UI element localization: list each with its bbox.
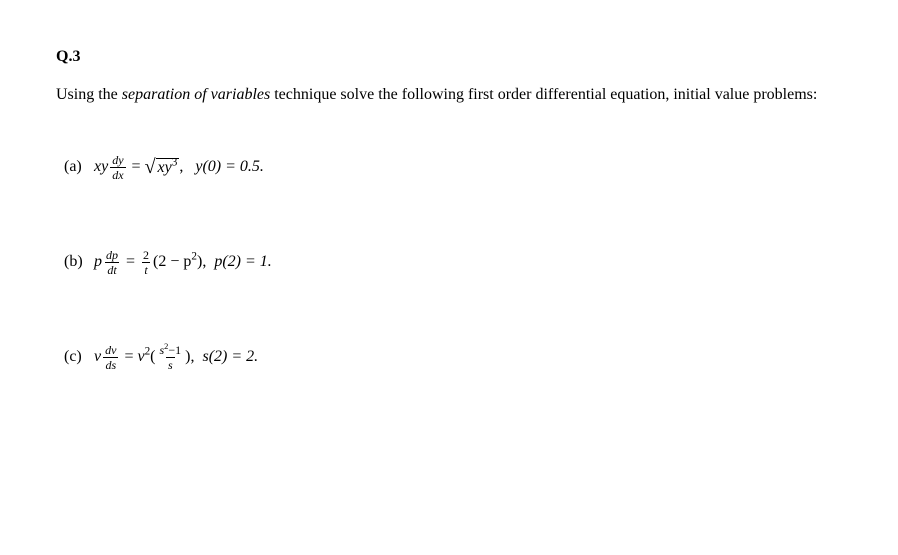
frac-den: dt [105,262,118,276]
problem-c-label: (c) [64,348,90,366]
factor: (2 − p2), [153,253,206,271]
frac-num: dv [103,344,118,357]
factor-pre: (2 − p [153,253,191,270]
problem-b-equation: p dp dt = 2 t (2 − p2), p(2) = 1. [94,249,272,276]
sqrt: √ xy3 [145,158,180,176]
fraction-dv-ds: dv ds [103,344,118,371]
rparen: ), [185,348,202,366]
problem-a-label: (a) [64,158,90,176]
comma: , [179,158,191,176]
coeff-den: t [142,262,149,276]
lhs-var: v [94,348,101,366]
lparen: ( [150,348,155,366]
question-heading: Q.3 [56,48,842,66]
initial-condition: s(2) = 2. [202,348,258,366]
problem-b: (b) p dp dt = 2 t (2 − p2), p(2) = 1. [56,249,842,276]
fraction-inner: s2−1 s [158,344,184,371]
inner-num-post: −1 [168,343,181,357]
frac-num: dy [110,154,125,167]
v-base: v [137,348,144,365]
lhs-var: p [94,253,102,271]
equals: = [122,253,139,271]
problem-c-equation: v dv ds = v2 ( s2−1 s ), s(2) = 2. [94,344,258,371]
inner-num: s2−1 [158,344,184,357]
frac-den: dx [110,167,125,181]
prompt-post: technique solve the following first orde… [270,86,817,103]
question-prompt: Using the separation of variables techni… [56,84,842,106]
initial-condition: y(0) = 0.5. [191,158,264,176]
factor-post: ), [197,253,206,270]
fraction-dy-dx: dy dx [110,154,125,181]
equals: = [120,348,137,366]
initial-condition: p(2) = 1. [214,253,271,271]
frac-den: ds [103,357,118,371]
equals: = [128,158,145,176]
problem-a-equation: xy dy dx = √ xy3 , y(0) = 0.5. [94,154,264,181]
radicand: xy3 [156,158,180,176]
prompt-pre: Using the [56,86,122,103]
radical-icon: √ [145,161,156,173]
fraction-coeff: 2 t [141,249,151,276]
problem-b-label: (b) [64,253,90,271]
prompt-em: separation of variables [122,86,270,103]
radicand-exp: 3 [172,157,178,169]
problem-c: (c) v dv ds = v2 ( s2−1 s ), s(2) = 2. [56,344,842,371]
frac-num: dp [104,249,120,262]
fraction-dp-dt: dp dt [104,249,120,276]
v-term: v2 [137,348,150,366]
problem-a: (a) xy dy dx = √ xy3 , y(0) = 0.5. [56,154,842,181]
inner-den: s [166,357,175,371]
lhs-var: xy [94,158,108,176]
coeff-num: 2 [141,249,151,262]
radicand-base: xy [158,159,172,176]
